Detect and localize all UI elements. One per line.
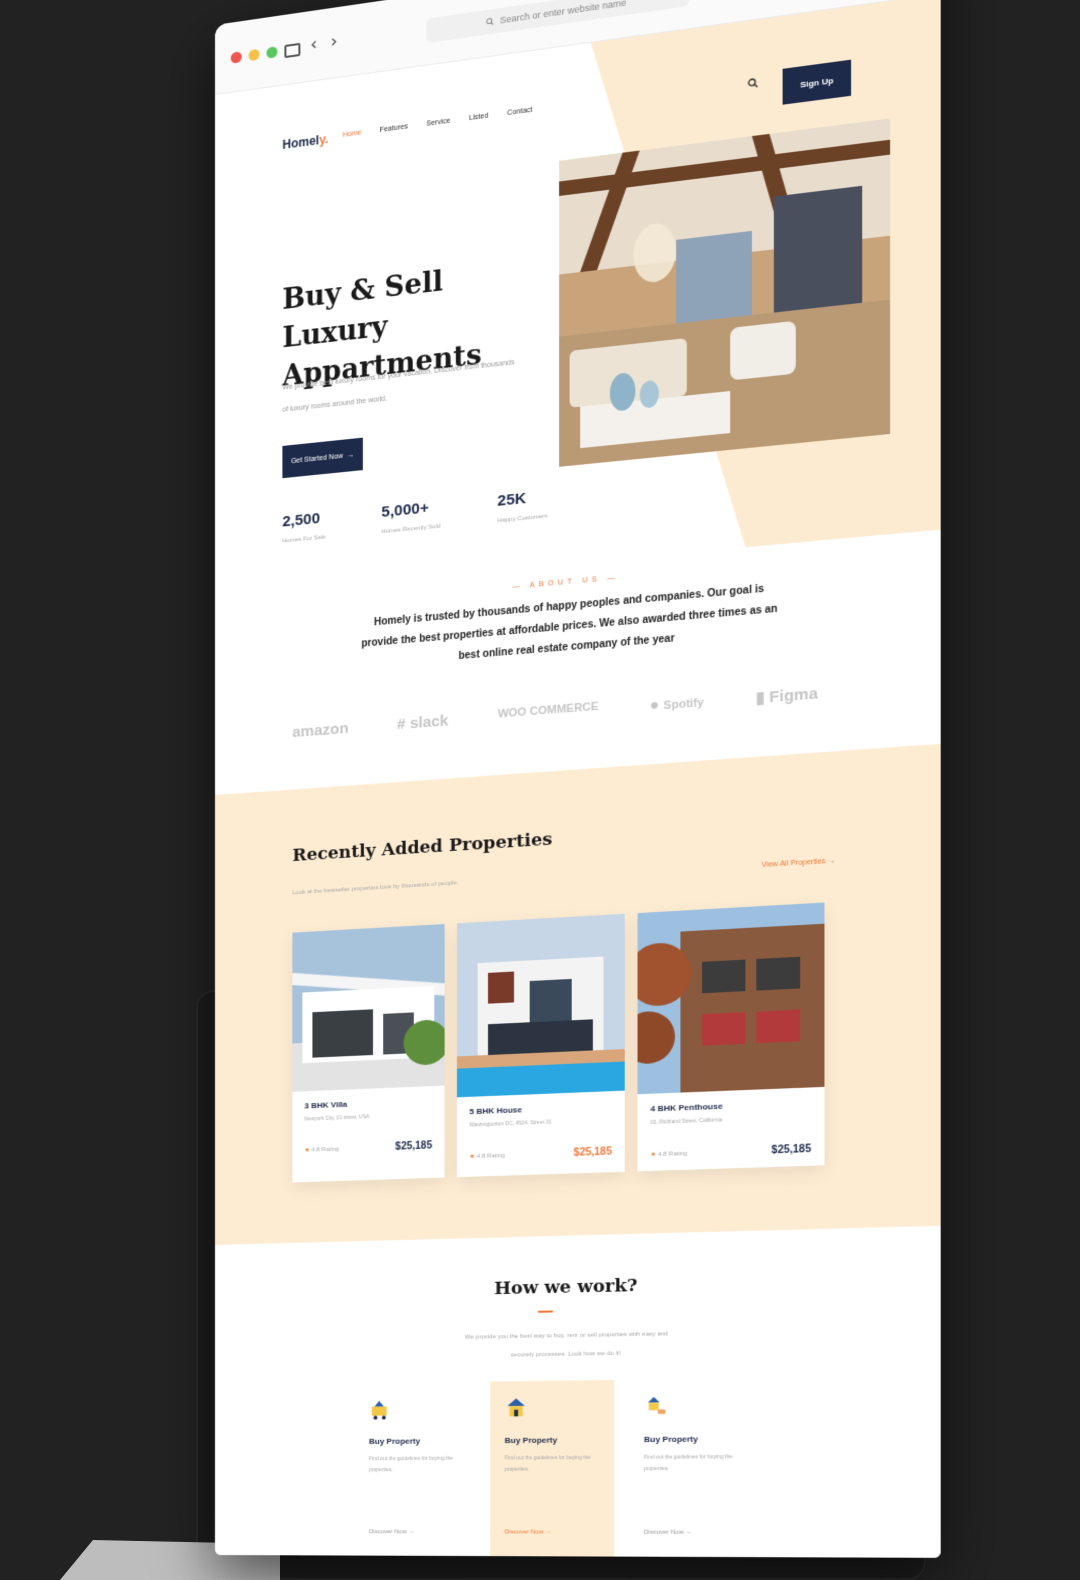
nav-link-features[interactable]: Features: [380, 123, 408, 134]
logo-text: Homel: [282, 133, 320, 153]
step-description: Find out the guidelines for buying the p…: [368, 1455, 453, 1474]
property-rating: ★ 4.8 Rating: [650, 1150, 687, 1159]
nav-link-home[interactable]: Home: [343, 129, 362, 139]
property-address: Washingtonton DC, 4524, Street 31: [469, 1119, 552, 1129]
discover-now-link[interactable]: Discover Now →: [644, 1530, 692, 1536]
property-image: [637, 902, 825, 1095]
rating-text: 4.8 Rating: [311, 1146, 340, 1154]
nav-link-contact[interactable]: Contact: [507, 107, 532, 118]
property-name: 5 BHK House: [469, 1105, 523, 1117]
window-controls: [230, 46, 278, 64]
property-rating: ★ 4.8 Rating: [304, 1146, 339, 1154]
step-title: Buy Property: [504, 1435, 558, 1446]
site-logo[interactable]: Homely.: [282, 132, 328, 152]
hand-house-icon: [647, 1396, 666, 1415]
discover-now-label: Discover Now: [504, 1529, 544, 1536]
amazon-logo: amazon: [292, 719, 349, 742]
spotify-logo-text: Spotify: [663, 696, 704, 713]
star-icon: ★: [304, 1146, 310, 1154]
properties-title: Recently Added Properties: [292, 829, 553, 867]
close-window-button[interactable]: [230, 51, 242, 64]
sign-up-button[interactable]: Sign Up: [782, 59, 852, 105]
minimize-window-button[interactable]: [248, 48, 260, 62]
view-all-label: View All Properties: [761, 857, 826, 870]
property-price: $25,185: [771, 1143, 812, 1157]
property-rating: ★ 4.8 Rating: [469, 1152, 505, 1160]
properties-subtitle: Look at the bestseller properties love b…: [292, 880, 459, 897]
property-card-body: 3 BHK Villa Newyork City, 01 street, USA…: [292, 1086, 444, 1167]
property-card-body: 4 BHK Penthouse 03, Richland Street, Cal…: [638, 1087, 825, 1171]
property-address: Newyork City, 01 street, USA: [304, 1114, 370, 1123]
discover-now-link[interactable]: Discover Now →: [369, 1529, 415, 1535]
logo-accent: y.: [319, 131, 329, 148]
slack-logo: # slack: [397, 712, 449, 734]
rating-text: 4.8 Rating: [657, 1150, 688, 1159]
recent-properties-section: Recently Added Properties Look at the be…: [215, 743, 941, 1245]
stat-homes-for-sale: 2,500 Homes For Sale: [282, 509, 325, 545]
step-description: Find out the guidelines for buying the p…: [643, 1454, 733, 1473]
partner-logos: amazon # slack WOO COMMERCE ● Spotify ▮ …: [292, 684, 817, 743]
star-icon: ★: [650, 1150, 657, 1159]
step-card: Buy Property Find out the guidelines for…: [629, 1378, 756, 1558]
property-image: [292, 924, 445, 1092]
stat-homes-sold: 5,000+ Homes Recently Sold: [382, 498, 441, 535]
how-description: We provide you the best way to buy, renr…: [215, 1320, 941, 1369]
property-cards: 3 BHK Villa Newyork City, 01 street, USA…: [292, 902, 825, 1183]
get-started-label: Get Started Now: [291, 452, 344, 465]
stat-happy-customers: 25K Happy Customers: [497, 488, 547, 525]
slack-logo-text: slack: [409, 712, 449, 733]
woocommerce-logo: WOO COMMERCE: [497, 700, 599, 721]
spotify-logo: ● Spotify: [649, 695, 704, 715]
step-title: Buy Property: [368, 1436, 421, 1446]
discover-now-label: Discover Now: [368, 1529, 407, 1536]
property-card-body: 5 BHK House Washingtonton DC, 4524, Stre…: [457, 1091, 625, 1173]
property-card[interactable]: 5 BHK House Washingtonton DC, 4524, Stre…: [456, 913, 625, 1178]
star-icon: ★: [469, 1153, 475, 1161]
property-card[interactable]: 4 BHK Penthouse 03, Richland Street, Cal…: [637, 902, 825, 1172]
property-image: [456, 913, 625, 1098]
back-arrow-icon[interactable]: ‹: [310, 34, 317, 55]
house-icon: [507, 1398, 525, 1417]
how-title: How we work?: [494, 1275, 638, 1300]
sidebar-toggle-icon[interactable]: [284, 42, 301, 59]
how-we-work-section: How we work? We provide you the best way…: [215, 1236, 941, 1558]
how-description-text: We provide you the best way to buy, renr…: [464, 1331, 668, 1359]
discover-now-label: Discover Now: [643, 1529, 684, 1536]
property-card[interactable]: 3 BHK Villa Newyork City, 01 street, USA…: [292, 924, 445, 1183]
title-underline: [538, 1310, 553, 1313]
property-price: $25,185: [395, 1140, 433, 1153]
steps-row: Buy Property Find out the guidelines for…: [355, 1378, 757, 1558]
nav-link-listed[interactable]: Listed: [469, 112, 488, 122]
nav-link-service[interactable]: Service: [426, 118, 450, 128]
step-card: Buy Property Find out the guidelines for…: [355, 1382, 476, 1558]
figma-logo-text: Figma: [769, 684, 818, 707]
discover-now-link[interactable]: Discover Now →: [505, 1529, 552, 1535]
search-icon: [486, 17, 494, 26]
step-card: Buy Property Find out the guidelines for…: [490, 1379, 615, 1558]
maximize-window-button[interactable]: [266, 46, 278, 59]
shopping-cart-house-icon: [371, 1400, 387, 1420]
rating-text: 4.8 Rating: [476, 1153, 506, 1161]
property-price: $25,185: [573, 1146, 612, 1159]
property-name: 4 BHK Penthouse: [650, 1101, 723, 1114]
forward-arrow-icon[interactable]: ›: [331, 31, 338, 52]
nav-search-icon[interactable]: [748, 76, 759, 92]
step-title: Buy Property: [643, 1434, 698, 1445]
browser-window: ‹ › Search or enter website name + Homel…: [215, 0, 941, 1558]
figma-logo: ▮ Figma: [755, 684, 818, 708]
stat-value: 25K: [497, 489, 527, 510]
view-all-properties-link[interactable]: View All Properties →: [762, 857, 836, 869]
arrow-right-icon: →: [347, 451, 355, 460]
property-name: 3 BHK Villa: [304, 1099, 348, 1111]
stat-value: 2,500: [282, 509, 321, 531]
step-description: Find out the guidelines for buying the p…: [504, 1454, 591, 1473]
property-address: 03, Richland Street, California: [650, 1117, 722, 1127]
address-bar-placeholder: Search or enter website name: [499, 0, 627, 26]
hero-interior-image: [559, 118, 891, 467]
